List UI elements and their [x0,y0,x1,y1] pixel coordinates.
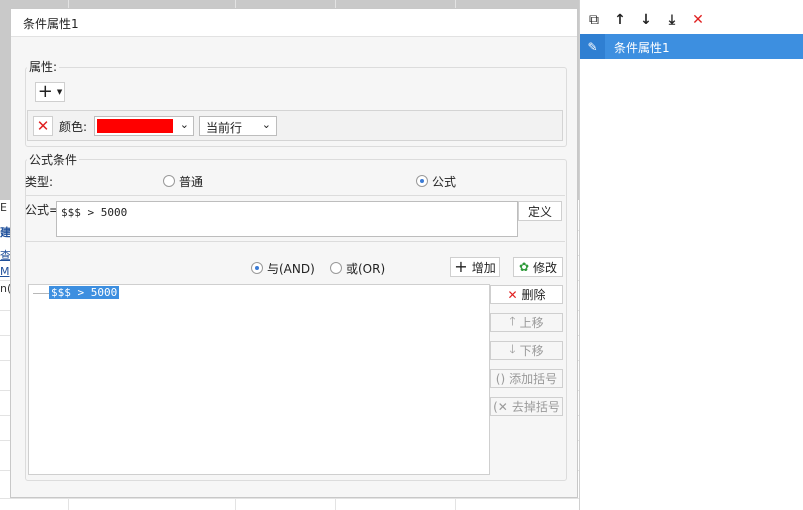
color-label: 颜色: [59,120,88,134]
arrow-down-icon[interactable]: ↓ [636,8,656,32]
close-icon: ✕ [507,287,518,302]
cell-fragment: E [0,201,7,214]
delete-condition-button[interactable]: ✕ 删除 [490,285,563,304]
divider [25,195,565,196]
type-label: 类型: [25,175,54,189]
delete-property-button[interactable]: ✕ [33,116,53,136]
move-up-button[interactable]: 🡑 上移 [490,313,563,332]
move-down-button[interactable]: 🡓 下移 [490,341,563,360]
color-picker[interactable]: ⌄ [94,116,194,136]
type-formula-label: 公式 [432,175,457,189]
property-legend: 属性: [27,58,60,75]
formula-label: 公式= [25,203,60,217]
pencil-icon: ✎ [580,34,605,59]
move-bottom-icon[interactable]: ⤓ [662,8,682,32]
delete-icon[interactable]: ✕ [688,8,708,32]
condition-list[interactable]: $$$ > 5000 [28,284,490,475]
gear-icon: ✿ [518,260,530,274]
cell-fragment: M [0,265,10,278]
remove-bracket-icon: (✕ [493,399,508,414]
add-bracket-label: 添加括号 [509,372,558,386]
scope-select[interactable]: 当前行 ⌄ [199,116,277,136]
arrow-up-icon[interactable]: ↑ [610,8,630,32]
chevron-down-icon: ▼ [56,88,63,96]
define-button[interactable]: 定义 [518,201,562,221]
formula-legend: 公式条件 [27,151,80,168]
chevron-down-icon: ⌄ [261,118,271,131]
condition-list-item[interactable]: $$$ > 5000 [49,286,120,299]
chevron-down-icon: ⌄ [179,118,189,131]
plus-icon: + [454,257,468,276]
formula-input[interactable]: $$$ > 5000 [56,201,518,237]
define-button-label: 定义 [527,204,552,219]
delete-button-label: 删除 [521,288,546,302]
color-swatch [97,119,173,133]
type-normal-radio[interactable] [163,175,175,187]
logic-and-label: 与(AND) [267,262,315,276]
remove-bracket-button[interactable]: (✕ 去掉括号 [490,397,563,416]
plus-icon: + [37,81,53,102]
type-normal-label: 普通 [179,175,204,189]
close-icon: ✕ [36,117,50,135]
bracket-icon: () [495,371,506,386]
modify-button-label: 修改 [533,260,558,275]
add-property-button[interactable]: + ▼ [35,82,65,102]
condition-property-dialog: 条件属性1 属性: + ▼ ✕ 颜色: ⌄ 当前行 ⌄ 公式条件 类型: 普通 … [10,8,578,498]
tree-connector [33,293,49,294]
scope-value: 当前行 [206,121,243,135]
formula-value: $$$ > 5000 [61,206,128,219]
divider [25,241,565,242]
arrow-down-icon: 🡓 [509,342,516,356]
condition-list-panel: ⧉ ↑ ↓ ⤓ ✕ ✎ 条件属性1 [579,0,803,510]
add-bracket-button[interactable]: () 添加括号 [490,369,563,388]
type-formula-radio[interactable] [416,175,428,187]
condition-item-selected[interactable]: ✎ 条件属性1 [580,34,803,59]
move-up-label: 上移 [519,316,544,330]
add-button-label: 增加 [471,260,496,275]
logic-or-label: 或(OR) [346,262,386,276]
copy-icon[interactable]: ⧉ [584,8,604,32]
modify-condition-button[interactable]: ✿ 修改 [513,257,563,277]
panel-toolbar: ⧉ ↑ ↓ ⤓ ✕ [580,8,803,34]
dialog-title: 条件属性1 [11,9,577,37]
remove-bracket-label: 去掉括号 [511,400,560,414]
logic-and-radio[interactable] [251,262,263,274]
logic-or-radio[interactable] [330,262,342,274]
add-condition-button[interactable]: + 增加 [450,257,500,277]
arrow-up-icon: 🡑 [509,314,516,328]
condition-item-label: 条件属性1 [614,41,670,55]
move-down-label: 下移 [519,344,544,358]
